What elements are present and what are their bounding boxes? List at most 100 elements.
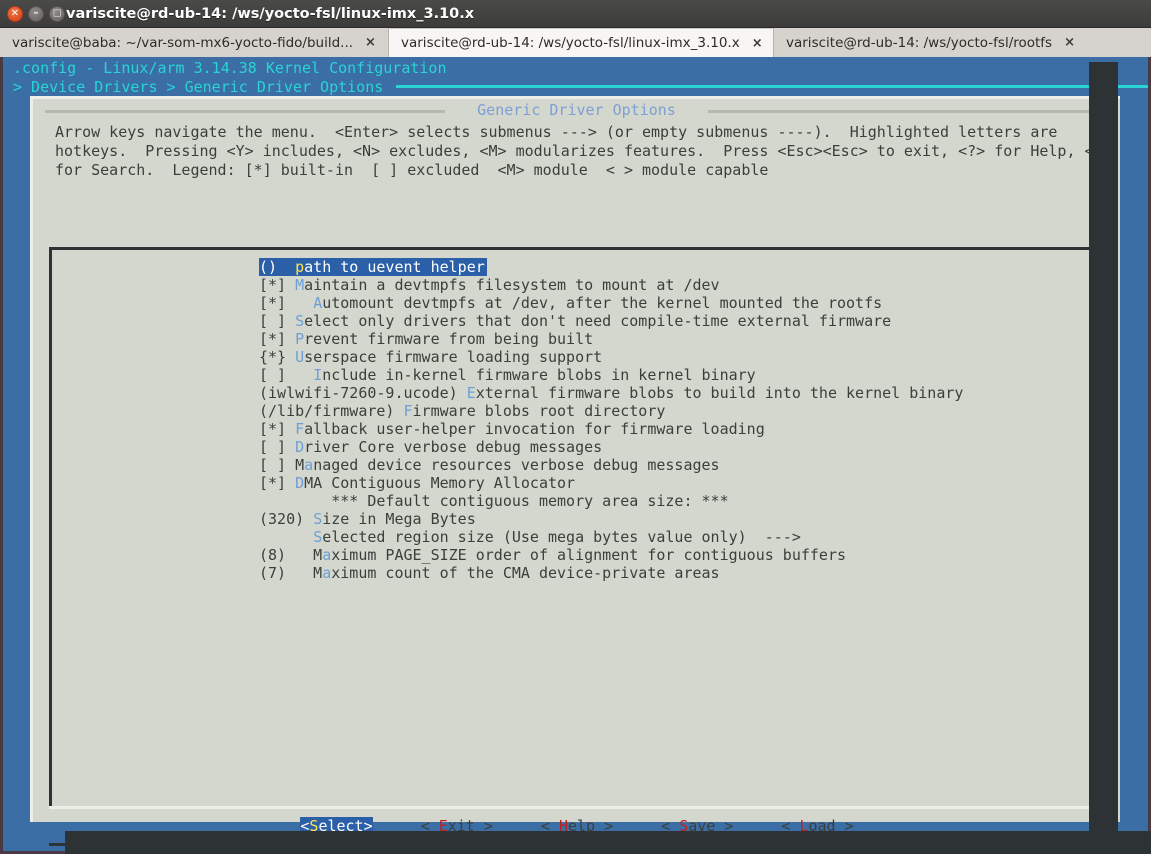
menu-item-prefix: (7) M — [259, 564, 322, 582]
terminal-tab-1-label: variscite@baba: ~/var-som-mx6-yocto-fido… — [12, 35, 353, 51]
maximize-glyph: □ — [53, 9, 62, 18]
menu-item-row[interactable]: () path to uevent helper — [259, 258, 1089, 276]
menu-item[interactable]: [*] Fallback user-helper invocation for … — [259, 420, 1089, 438]
menu-item[interactable]: {*} Userspace firmware loading support — [259, 348, 1089, 366]
terminal-tab-3[interactable]: variscite@rd-ub-14: /ws/yocto-fsl/rootfs… — [774, 28, 1151, 57]
menu-item-row[interactable]: [ ] Managed device resources verbose deb… — [259, 456, 1089, 474]
menu-item[interactable]: () path to uevent helper — [259, 258, 487, 276]
menu-item[interactable]: [ ] Managed device resources verbose deb… — [259, 456, 1089, 474]
menu-item-row[interactable]: [*] Automount devtmpfs at /dev, after th… — [259, 294, 1089, 312]
menu-item[interactable]: [*] DMA Contiguous Memory Allocator — [259, 474, 1089, 492]
terminal-tab-2[interactable]: variscite@rd-ub-14: /ws/yocto-fsl/linux-… — [388, 28, 774, 57]
menu-item-row[interactable]: *** Default contiguous memory area size:… — [259, 492, 1089, 510]
close-tab-3-icon[interactable]: × — [1064, 36, 1075, 49]
menu-item-prefix: [*] — [259, 474, 295, 492]
menu-item-prefix: (iwlwifi-7260-9.ucode) — [259, 384, 467, 402]
window-title: variscite@rd-ub-14: /ws/yocto-fsl/linux-… — [66, 0, 474, 28]
menu-item-row[interactable]: [ ] Driver Core verbose debug messages — [259, 438, 1089, 456]
menu-item[interactable]: *** Default contiguous memory area size:… — [259, 492, 1089, 510]
menu-item-label: aintain a devtmpfs filesystem to mount a… — [304, 276, 719, 294]
menu-item-row[interactable]: (/lib/firmware) Firmware blobs root dire… — [259, 402, 1089, 420]
menu-item-prefix: [ ] — [259, 366, 313, 384]
menu-item-hotkey: F — [295, 420, 304, 438]
menu-item[interactable]: [*] Maintain a devtmpfs filesystem to mo… — [259, 276, 1089, 294]
menu-item[interactable]: (320) Size in Mega Bytes — [259, 510, 1089, 528]
menu-item-label: allback user-helper invocation for firmw… — [304, 420, 765, 438]
terminal-bottom-band — [65, 831, 1151, 854]
menu-item-prefix: (8) M — [259, 546, 322, 564]
terminal-tab-2-label: variscite@rd-ub-14: /ws/yocto-fsl/linux-… — [401, 35, 740, 51]
menu-item-row[interactable]: [*] Prevent firmware from being built — [259, 330, 1089, 348]
menu-item-row[interactable]: {*} Userspace firmware loading support — [259, 348, 1089, 366]
terminal-surface[interactable]: .config - Linux/arm 3.14.38 Kernel Confi… — [0, 57, 1151, 854]
menu-item-label: ximum PAGE_SIZE order of alignment for c… — [331, 546, 846, 564]
menu-item-prefix: [*] — [259, 294, 313, 312]
menu-item-row[interactable]: (7) Maximum count of the CMA device-priv… — [259, 564, 1089, 582]
menu-item[interactable]: (8) Maximum PAGE_SIZE order of alignment… — [259, 546, 1089, 564]
menu-item-row[interactable]: [ ] Include in-kernel firmware blobs in … — [259, 366, 1089, 384]
minimize-glyph: – — [34, 9, 39, 19]
menu-item-prefix: {*} — [259, 348, 295, 366]
menu-item-row[interactable]: (iwlwifi-7260-9.ucode) External firmware… — [259, 384, 1089, 402]
menu-item[interactable]: Selected region size (Use mega bytes val… — [259, 528, 1089, 546]
menu-item-hotkey: S — [295, 312, 304, 330]
menu-item-label: ath to uevent helper — [304, 258, 485, 276]
minimize-window-icon[interactable]: – — [28, 6, 44, 22]
close-window-icon[interactable]: × — [7, 6, 23, 22]
menuconfig-title-line: .config - Linux/arm 3.14.38 Kernel Confi… — [13, 59, 446, 78]
dialog-title: Generic Driver Options — [33, 101, 1120, 119]
menu-item-row[interactable]: [*] Fallback user-helper invocation for … — [259, 420, 1089, 438]
menu-item[interactable]: [*] Prevent firmware from being built — [259, 330, 1089, 348]
menu-item-row[interactable]: [*] DMA Contiguous Memory Allocator — [259, 474, 1089, 492]
menu-item[interactable]: [ ] Driver Core verbose debug messages — [259, 438, 1089, 456]
maximize-window-icon[interactable]: □ — [49, 6, 65, 22]
menuconfig-header: .config - Linux/arm 3.14.38 Kernel Confi… — [8, 57, 1148, 96]
close-glyph: × — [11, 9, 19, 19]
terminal-tab-3-label: variscite@rd-ub-14: /ws/yocto-fsl/rootfs — [786, 35, 1052, 51]
menu-item-hotkey: p — [295, 258, 304, 276]
menu-item-prefix — [259, 528, 313, 546]
menu-item-hotkey: U — [295, 348, 304, 366]
menu-item-hotkey: S — [313, 528, 322, 546]
close-tab-1-icon[interactable]: × — [365, 36, 376, 49]
menu-items: () path to uevent helper[*] Maintain a d… — [259, 258, 1089, 582]
menu-item-row[interactable]: (8) Maximum PAGE_SIZE order of alignment… — [259, 546, 1089, 564]
menu-item[interactable]: (iwlwifi-7260-9.ucode) External firmware… — [259, 384, 1089, 402]
menu-item-prefix: *** Default contiguous memory area size:… — [259, 492, 729, 510]
menu-item-hotkey: a — [304, 456, 313, 474]
menu-item-prefix: [*] — [259, 276, 295, 294]
menu-item-row[interactable]: (320) Size in Mega Bytes — [259, 510, 1089, 528]
menu-item-label: elect only drivers that don't need compi… — [304, 312, 891, 330]
dialog-help-text: Arrow keys navigate the menu. <Enter> se… — [55, 123, 1113, 180]
menu-item[interactable]: (7) Maximum count of the CMA device-priv… — [259, 564, 1089, 582]
menu-item-label: MA Contiguous Memory Allocator — [304, 474, 575, 492]
menu-item[interactable]: [ ] Include in-kernel firmware blobs in … — [259, 366, 1089, 384]
menu-item[interactable]: [*] Automount devtmpfs at /dev, after th… — [259, 294, 1089, 312]
menu-item-label: xternal firmware blobs to build into the… — [476, 384, 964, 402]
menu-item-prefix: [*] — [259, 330, 295, 348]
menu-item-hotkey: D — [295, 438, 304, 456]
menu-item-hotkey: F — [404, 402, 413, 420]
menuconfig-breadcrumb: > Device Drivers > Generic Driver Option… — [13, 78, 383, 97]
menu-item-label: naged device resources verbose debug mes… — [313, 456, 719, 474]
menu-listbox[interactable]: () path to uevent helper[*] Maintain a d… — [49, 247, 1105, 809]
menu-item[interactable]: (/lib/firmware) Firmware blobs root dire… — [259, 402, 1089, 420]
menu-item-label: serspace firmware loading support — [304, 348, 602, 366]
menu-item[interactable]: [ ] Select only drivers that don't need … — [259, 312, 1089, 330]
terminal-tab-1[interactable]: variscite@baba: ~/var-som-mx6-yocto-fido… — [0, 28, 388, 57]
window-controls: × – □ — [7, 6, 65, 22]
menu-item-prefix: [ ] M — [259, 456, 304, 474]
menu-item-hotkey: a — [322, 546, 331, 564]
menu-item-row[interactable]: [*] Maintain a devtmpfs filesystem to mo… — [259, 276, 1089, 294]
menu-item-label: ize in Mega Bytes — [322, 510, 476, 528]
menu-item-hotkey: A — [313, 294, 322, 312]
tab-bar: variscite@baba: ~/var-som-mx6-yocto-fido… — [0, 28, 1151, 57]
menu-item-label: river Core verbose debug messages — [304, 438, 602, 456]
menuconfig-dialog: Generic Driver Options Arrow keys naviga… — [30, 96, 1120, 822]
menu-item-hotkey: D — [295, 474, 304, 492]
terminal-scrollbar[interactable] — [1089, 62, 1118, 837]
close-tab-2-icon[interactable]: × — [752, 37, 763, 50]
menu-item-row[interactable]: Selected region size (Use mega bytes val… — [259, 528, 1089, 546]
menu-item-row[interactable]: [ ] Select only drivers that don't need … — [259, 312, 1089, 330]
screen: × – □ variscite@rd-ub-14: /ws/yocto-fsl/… — [0, 0, 1151, 854]
